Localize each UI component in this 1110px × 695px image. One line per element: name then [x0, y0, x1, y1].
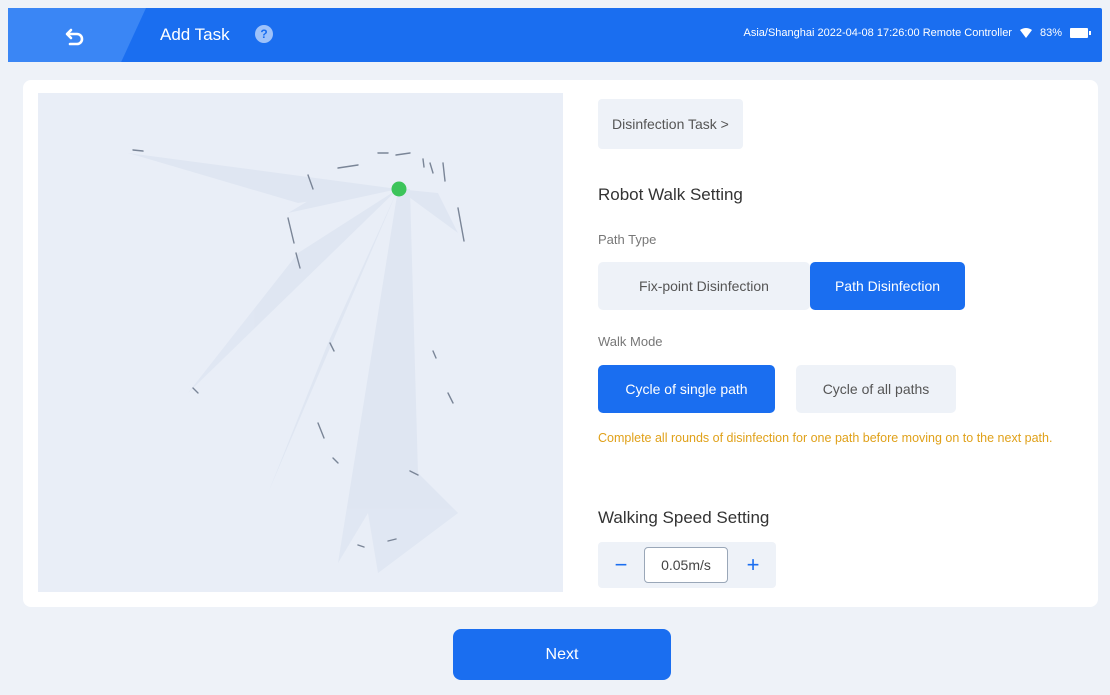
battery-level: 83%: [1039, 27, 1062, 39]
top-bar: Add Task ? Asia/Shanghai 2022-04-08 17:2…: [8, 8, 1102, 62]
back-button[interactable]: [60, 22, 90, 50]
status-area: Asia/Shanghai 2022-04-08 17:26:00 Remote…: [743, 27, 1091, 39]
increase-speed-button[interactable]: +: [738, 550, 768, 580]
path-disinfection-button[interactable]: Path Disinfection: [810, 262, 965, 310]
task-breadcrumb[interactable]: Disinfection Task >: [598, 99, 743, 149]
walk-mode-label: Walk Mode: [598, 334, 663, 349]
robot-marker: [391, 181, 407, 197]
back-arrow-icon: [65, 28, 84, 46]
speed-setting-title: Walking Speed Setting: [598, 508, 770, 527]
walk-setting-title: Robot Walk Setting: [598, 185, 743, 204]
map-canvas: [128, 149, 465, 573]
help-icon[interactable]: ?: [255, 25, 273, 43]
walk-mode-hint: Complete all rounds of disinfection for …: [598, 431, 1053, 445]
path-type-label: Path Type: [598, 232, 657, 247]
wifi-icon: [1019, 28, 1032, 38]
next-button[interactable]: Next: [453, 629, 671, 680]
speed-stepper: − +: [598, 542, 776, 588]
cycle-all-paths-button[interactable]: Cycle of all paths: [796, 365, 956, 413]
decrease-speed-button[interactable]: −: [606, 550, 636, 580]
speed-input[interactable]: [644, 547, 728, 583]
map-view[interactable]: [38, 93, 563, 592]
status-text: Asia/Shanghai 2022-04-08 17:26:00 Remote…: [743, 27, 1012, 39]
battery-icon: [1070, 28, 1091, 38]
fix-point-disinfection-button[interactable]: Fix-point Disinfection: [598, 262, 810, 310]
page-title: Add Task: [160, 25, 230, 44]
cycle-single-path-button[interactable]: Cycle of single path: [598, 365, 775, 413]
task-panel: Disinfection Task > Robot Walk Setting P…: [23, 80, 1098, 607]
